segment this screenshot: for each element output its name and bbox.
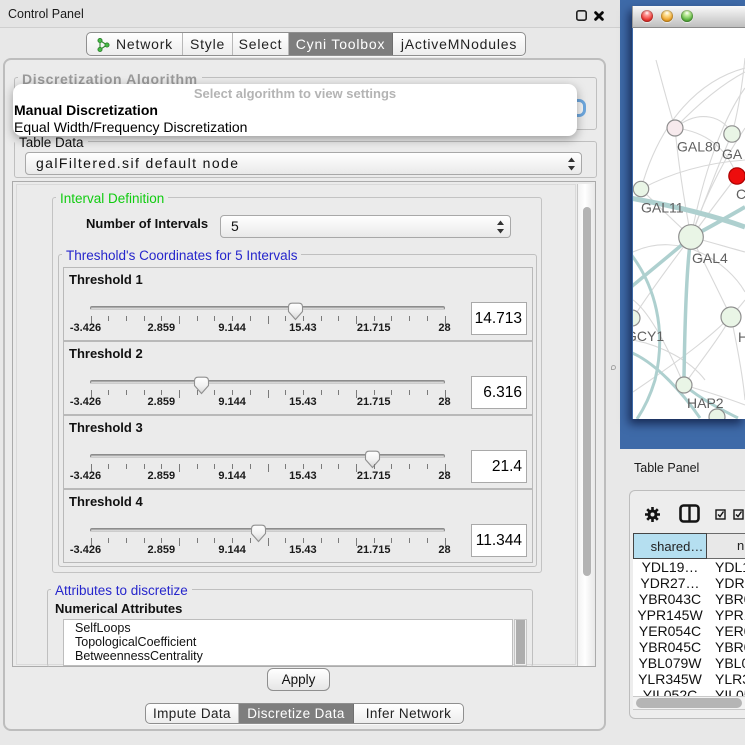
svg-text:GCY1: GCY1	[633, 328, 664, 344]
svg-text:CR: CR	[736, 186, 745, 202]
svg-text:GAL11: GAL11	[641, 200, 684, 216]
svg-text:GAL4: GAL4	[692, 250, 728, 266]
svg-text:HAP2: HAP2	[687, 395, 724, 411]
svg-text:GA: GA	[722, 146, 743, 162]
svg-text:GAL80: GAL80	[677, 139, 721, 155]
svg-text:HA: HA	[738, 329, 745, 345]
